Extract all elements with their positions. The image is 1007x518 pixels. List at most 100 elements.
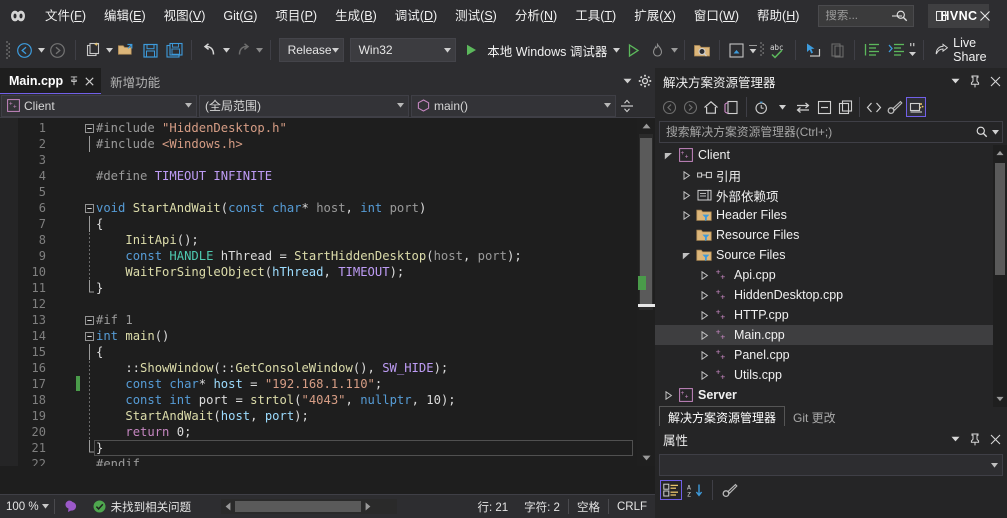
code-line[interactable]: 21}: [0, 440, 637, 456]
code-line[interactable]: 16 ::ShowWindow(::GetConsoleWindow(), SW…: [0, 360, 637, 376]
code-folding-glyph-icon[interactable]: [84, 264, 94, 280]
properties-close-icon[interactable]: [987, 429, 1003, 449]
tree-item[interactable]: + + Server: [655, 385, 1007, 405]
code-folding-glyph-icon[interactable]: [84, 136, 94, 152]
tree-expander-collapsed-icon[interactable]: [695, 265, 713, 285]
editor-vertical-scrollbar[interactable]: [637, 118, 655, 466]
code-folding-glyph-icon[interactable]: [84, 120, 94, 136]
live-share-button[interactable]: Live Share: [929, 36, 1007, 64]
comment-dropdown-icon[interactable]: [908, 42, 918, 58]
code-line[interactable]: 22 #endif: [0, 456, 637, 466]
tree-scroll-down-arrow-icon[interactable]: [993, 391, 1007, 407]
tree-expander-expanded-icon[interactable]: [677, 245, 695, 265]
tree-item[interactable]: + + Panel.cpp: [655, 345, 1007, 365]
menu-item[interactable]: 视图(V): [155, 4, 215, 28]
menu-item[interactable]: 项目(P): [266, 4, 326, 28]
start-debugging-play-icon[interactable]: [459, 37, 483, 63]
redo-dropdown-icon[interactable]: [255, 47, 265, 53]
maximize-button[interactable]: [919, 0, 963, 32]
decrease-indent-button[interactable]: [860, 37, 884, 63]
save-all-button[interactable]: [162, 37, 186, 63]
code-line[interactable]: 7{: [0, 216, 637, 232]
solution-explorer-search-input[interactable]: [666, 125, 956, 139]
code-line[interactable]: 12: [0, 296, 637, 312]
hscroll-right-arrow-icon[interactable]: [361, 502, 375, 511]
code-line[interactable]: 17 const char* host = "192.168.1.110";: [0, 376, 637, 392]
hot-reload-button[interactable]: [645, 37, 669, 63]
code-line[interactable]: 4 #define TIMEOUT INFINITE: [0, 168, 637, 184]
toolbar-grip[interactable]: [758, 40, 766, 60]
code-line[interactable]: 20 return 0;: [0, 424, 637, 440]
undo-button[interactable]: [197, 37, 221, 63]
tree-expander-collapsed-icon[interactable]: [695, 345, 713, 365]
code-folding-glyph-icon[interactable]: [84, 200, 94, 216]
se-pending-changes-button[interactable]: [751, 97, 771, 117]
menu-item[interactable]: 帮助(H): [748, 4, 808, 28]
tree-item[interactable]: + + HTTP.cpp: [655, 305, 1007, 325]
code-line[interactable]: 8 InitApi();: [0, 232, 637, 248]
find-in-files-button[interactable]: [690, 37, 714, 63]
code-line[interactable]: 6 void StartAndWait(const char* host, int…: [0, 200, 637, 216]
debug-target-dropdown-icon[interactable]: [611, 47, 621, 53]
tree-item[interactable]: Source Files: [655, 245, 1007, 265]
new-project-button[interactable]: [81, 37, 105, 63]
se-collapse-all-button[interactable]: [814, 97, 834, 117]
se-view-code-button[interactable]: [864, 97, 884, 117]
code-line[interactable]: 15 {: [0, 344, 637, 360]
tree-item[interactable]: + + Utils.cpp: [655, 365, 1007, 385]
toolbar-grip[interactable]: [4, 40, 12, 60]
tree-item[interactable]: Resource Files: [655, 225, 1007, 245]
solution-configuration-dropdown[interactable]: Release: [278, 38, 344, 62]
code-line[interactable]: 10 WaitForSingleObject(hThread, TIMEOUT)…: [0, 264, 637, 280]
navigate-backward-dropdown-icon[interactable]: [36, 47, 46, 53]
tree-vertical-scrollbar[interactable]: [993, 145, 1007, 407]
code-folding-glyph-icon[interactable]: [84, 392, 94, 408]
code-line[interactable]: 19 StartAndWait(host, port);: [0, 408, 637, 424]
scroll-up-arrow-icon[interactable]: [637, 118, 655, 134]
code-folding-glyph-icon[interactable]: [84, 328, 94, 344]
menu-item[interactable]: 窗口(W): [685, 4, 748, 28]
editor-tab[interactable]: 新增功能: [101, 68, 167, 94]
tree-expander-collapsed-icon[interactable]: [695, 325, 713, 345]
search-options-dropdown-icon[interactable]: [992, 129, 999, 135]
line-ending-status[interactable]: CRLF: [609, 501, 655, 513]
se-properties-button[interactable]: [885, 97, 905, 117]
code-folding-glyph-icon[interactable]: [84, 216, 94, 232]
code-line[interactable]: 13 #if 1: [0, 312, 637, 328]
code-folding-glyph-icon[interactable]: [84, 232, 94, 248]
code-line[interactable]: 2 #include <Windows.h>: [0, 136, 637, 152]
panel-menu-dropdown-icon[interactable]: [947, 71, 963, 91]
select-element-button[interactable]: [801, 37, 825, 63]
properties-pin-icon[interactable]: [967, 429, 983, 449]
menu-item[interactable]: 编辑(E): [95, 4, 155, 28]
redo-button[interactable]: [231, 37, 255, 63]
tree-expander-collapsed-icon[interactable]: [677, 205, 695, 225]
save-button[interactable]: [138, 37, 162, 63]
code-folding-glyph-icon[interactable]: [84, 424, 94, 440]
code-line[interactable]: 1 #include "HiddenDesktop.h": [0, 120, 637, 136]
tree-expander-expanded-icon[interactable]: [659, 145, 677, 165]
code-line[interactable]: 14 int main(): [0, 328, 637, 344]
menu-item[interactable]: 扩展(X): [625, 4, 685, 28]
solution-tree[interactable]: + + Client 引用 外部依赖项 Header Files Resource File…: [655, 145, 1007, 407]
tree-scroll-up-arrow-icon[interactable]: [993, 145, 1007, 161]
tree-item[interactable]: 引用: [655, 165, 1007, 185]
solution-platform-dropdown[interactable]: Win32: [349, 38, 457, 62]
code-folding-glyph-icon[interactable]: [84, 280, 94, 296]
navbar-scope-dropdown[interactable]: (全局范围): [199, 94, 409, 117]
solution-explorer-search-box[interactable]: [659, 121, 1003, 143]
scroll-down-arrow-icon[interactable]: [637, 450, 655, 466]
minimize-button[interactable]: [875, 0, 919, 32]
menu-item[interactable]: 测试(S): [446, 4, 506, 28]
editor-settings-gear-icon[interactable]: [637, 71, 653, 91]
tree-item[interactable]: + + Client: [655, 145, 1007, 165]
debug-target-label[interactable]: 本地 Windows 调试器: [483, 41, 611, 60]
code-folding-glyph-icon[interactable]: [84, 408, 94, 424]
tree-expander-collapsed-icon[interactable]: [677, 185, 695, 205]
new-project-dropdown-icon[interactable]: [105, 47, 115, 53]
tree-item-selected[interactable]: + + Main.cpp: [655, 325, 1007, 345]
hscroll-thumb[interactable]: [235, 501, 362, 512]
live-visual-tree-button[interactable]: [825, 37, 849, 63]
code-line[interactable]: 3: [0, 152, 637, 168]
menu-item[interactable]: Git(G): [214, 4, 266, 28]
